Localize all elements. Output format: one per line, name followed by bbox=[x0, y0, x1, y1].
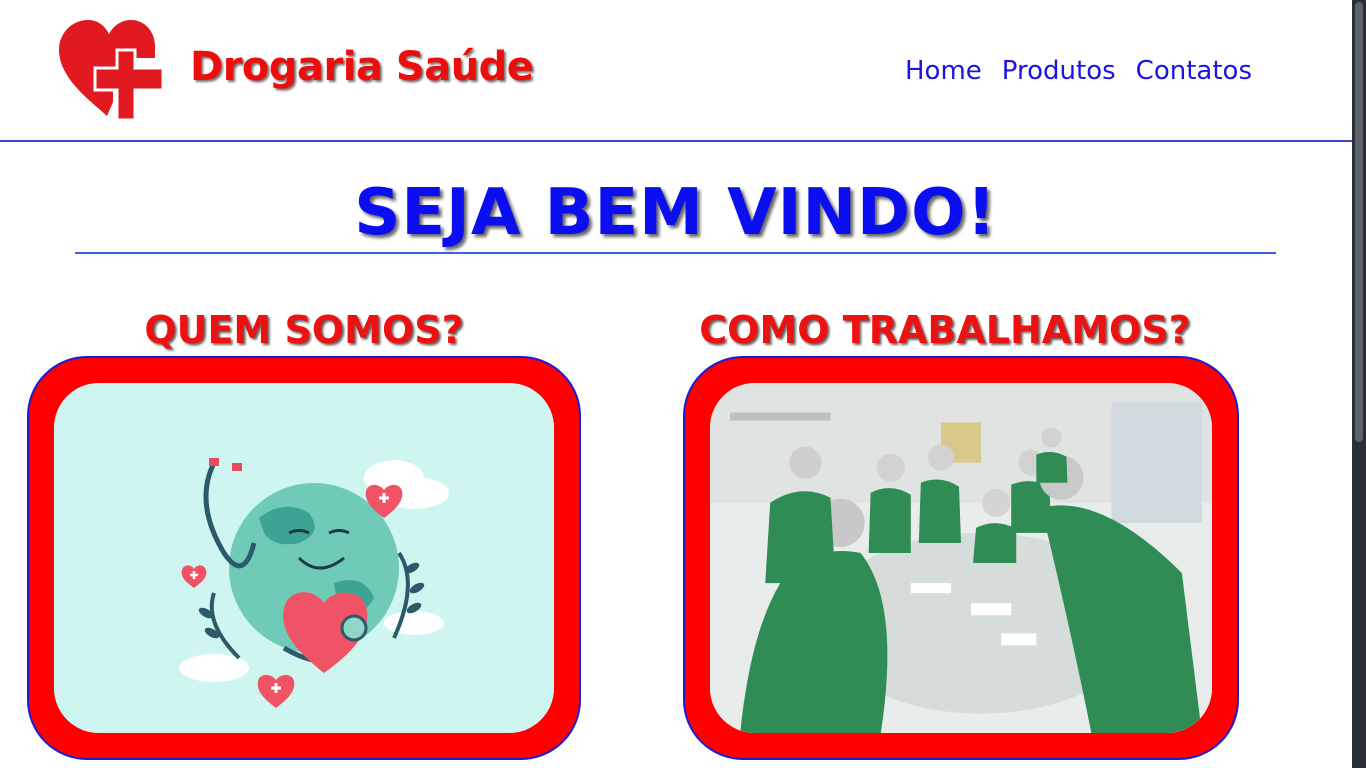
nav-home-link[interactable]: Home bbox=[905, 56, 982, 86]
quem-somos-image-frame[interactable] bbox=[27, 356, 581, 760]
scrollbar-thumb[interactable] bbox=[1355, 2, 1363, 442]
page-scrollbar[interactable] bbox=[1352, 0, 1366, 768]
brand-name[interactable]: Drogaria Saúde bbox=[190, 44, 534, 90]
globe-heart-illustration bbox=[54, 383, 554, 733]
heart-cross-icon[interactable] bbox=[55, 18, 167, 122]
nurses-at-table-photo bbox=[710, 383, 1212, 733]
main-nav: Home Produtos Contatos bbox=[885, 56, 1252, 86]
site-header: Drogaria Saúde Home Produtos Contatos bbox=[0, 0, 1352, 142]
section-title-quem-somos: QUEM SOMOS? bbox=[144, 308, 464, 352]
nav-produtos-link[interactable]: Produtos bbox=[1002, 56, 1116, 86]
section-title-como-trabalhamos: COMO TRABALHAMOS? bbox=[699, 308, 1191, 352]
nav-contatos-link[interactable]: Contatos bbox=[1136, 56, 1252, 86]
welcome-heading: SEJA BEM VINDO! bbox=[354, 176, 997, 250]
welcome-banner: SEJA BEM VINDO! bbox=[75, 178, 1276, 254]
como-trabalhamos-image-frame[interactable] bbox=[683, 356, 1239, 760]
